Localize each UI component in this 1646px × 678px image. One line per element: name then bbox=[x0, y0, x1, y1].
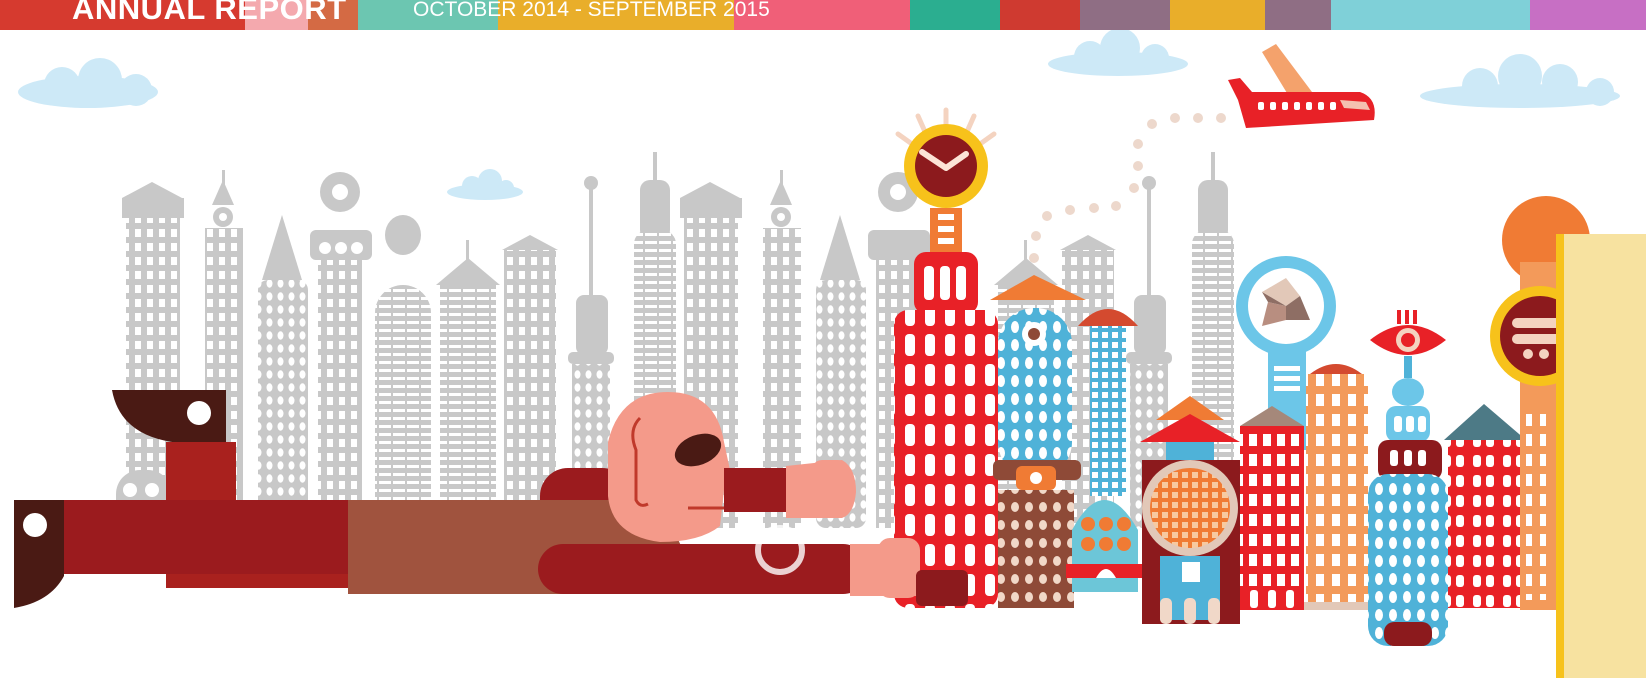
report-title: ANNUAL REPORT bbox=[72, 0, 347, 26]
stripe-segment bbox=[1170, 0, 1265, 30]
stripe-segment bbox=[910, 0, 1000, 30]
orange-building bbox=[1304, 364, 1370, 610]
hero-shadow-block bbox=[916, 570, 968, 606]
city-illustration bbox=[14, 30, 1646, 678]
cloud bbox=[1048, 30, 1188, 76]
airplane-icon bbox=[1228, 44, 1375, 128]
stripe-segment bbox=[1331, 0, 1530, 30]
stripe-segment bbox=[1265, 0, 1331, 30]
stripe-segment bbox=[1530, 0, 1646, 30]
stripe-segment bbox=[1000, 0, 1080, 30]
report-period: OCTOBER 2014 - SEPTEMBER 2015 bbox=[413, 0, 770, 21]
clock-tower bbox=[894, 107, 998, 608]
header-color-bar: ANNUAL REPORT OCTOBER 2014 - SEPTEMBER 2… bbox=[0, 0, 1646, 30]
clouds bbox=[18, 30, 1620, 200]
skyscraper bbox=[436, 240, 500, 528]
cloud bbox=[447, 169, 523, 200]
cloud bbox=[1420, 54, 1620, 108]
teal-roof-building bbox=[1444, 404, 1526, 608]
skyscraper bbox=[258, 215, 308, 528]
skyscraper bbox=[310, 172, 372, 528]
eye-tower bbox=[1368, 310, 1448, 646]
cloud bbox=[18, 58, 158, 108]
red-building bbox=[1240, 406, 1304, 610]
stripe-segment bbox=[1080, 0, 1170, 30]
eye-icon bbox=[1370, 310, 1446, 355]
skyscraper bbox=[375, 215, 431, 528]
clock-icon bbox=[904, 124, 988, 208]
